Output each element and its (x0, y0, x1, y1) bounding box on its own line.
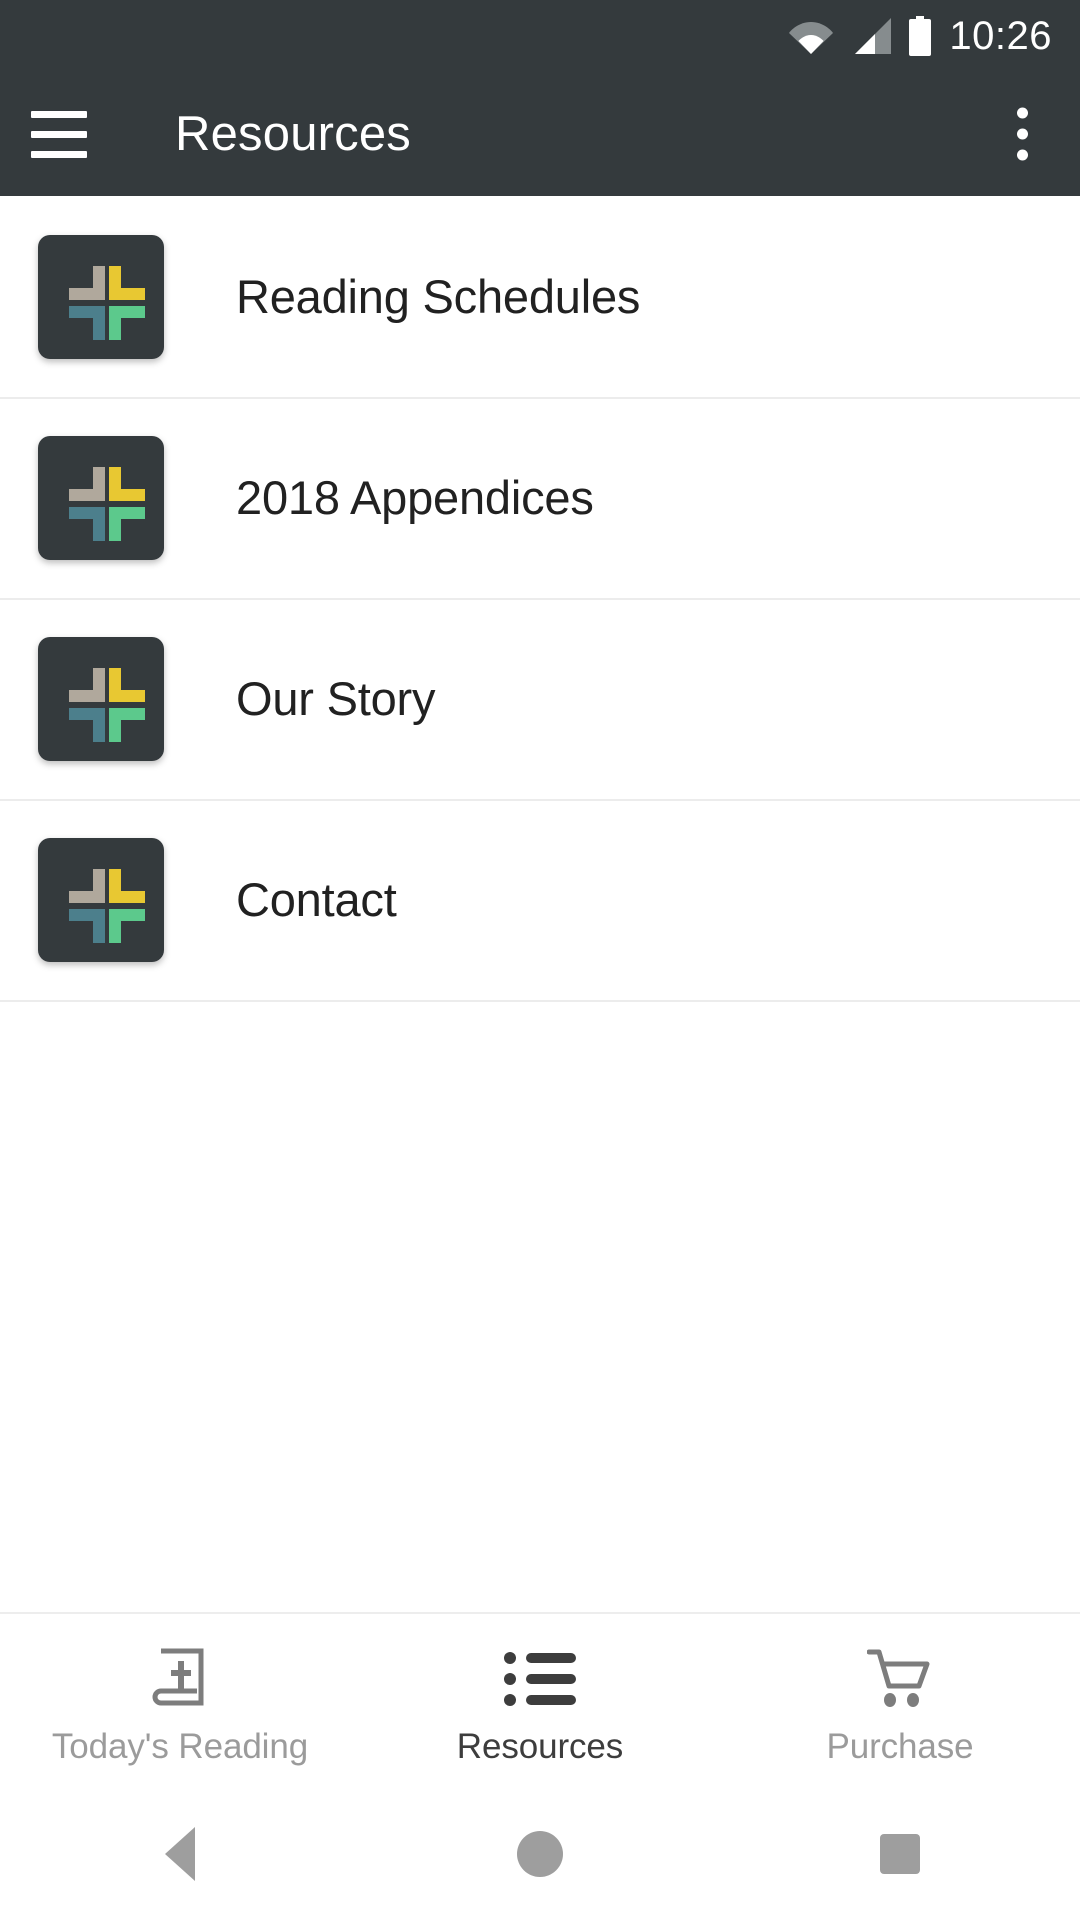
list-item-label: Our Story (236, 672, 436, 725)
tab-label: Purchase (826, 1727, 974, 1766)
app-logo-icon (38, 234, 164, 359)
battery-icon (907, 16, 933, 56)
phone-screen: 10:26 Resources Reading Schedules 2018 A… (0, 0, 1080, 1920)
list-item[interactable]: Our Story (0, 598, 1080, 799)
tab-label: Today's Reading (51, 1727, 309, 1766)
resources-list: Reading Schedules 2018 Appendices Our St… (0, 196, 1080, 1612)
list-item[interactable]: Reading Schedules (0, 196, 1080, 397)
status-bar: 10:26 (0, 0, 1080, 72)
app-logo-icon (38, 435, 164, 560)
hamburger-menu-icon[interactable] (0, 110, 118, 158)
back-triangle-icon[interactable] (0, 1827, 360, 1881)
app-bar: Resources (0, 72, 1080, 196)
tab-todays-reading[interactable]: Today's Reading (0, 1614, 360, 1788)
bottom-navigation: Today's Reading Resources Purchase (0, 1612, 1080, 1788)
status-bar-clock: 10:26 (949, 14, 1052, 58)
recents-square-icon[interactable] (720, 1834, 1080, 1874)
wifi-icon (789, 18, 834, 54)
bulleted-list-icon (504, 1645, 576, 1713)
system-navigation-bar (0, 1788, 1080, 1920)
list-item-label: Contact (236, 873, 397, 926)
app-logo-icon (38, 636, 164, 761)
overflow-menu-icon[interactable] (1009, 100, 1036, 169)
bible-book-icon (151, 1645, 209, 1713)
shopping-cart-icon (867, 1645, 933, 1713)
page-title: Resources (175, 107, 412, 161)
list-item-label: Reading Schedules (236, 270, 641, 323)
list-item-label: 2018 Appendices (236, 471, 594, 524)
list-bottom-divider (0, 1000, 1080, 1002)
cellular-signal-icon (849, 18, 892, 54)
tab-purchase[interactable]: Purchase (720, 1614, 1080, 1788)
tab-resources[interactable]: Resources (360, 1614, 720, 1788)
list-item[interactable]: Contact (0, 799, 1080, 1000)
home-circle-icon[interactable] (360, 1831, 720, 1877)
list-item[interactable]: 2018 Appendices (0, 397, 1080, 598)
tab-label: Resources (456, 1727, 624, 1766)
app-logo-icon (38, 837, 164, 962)
